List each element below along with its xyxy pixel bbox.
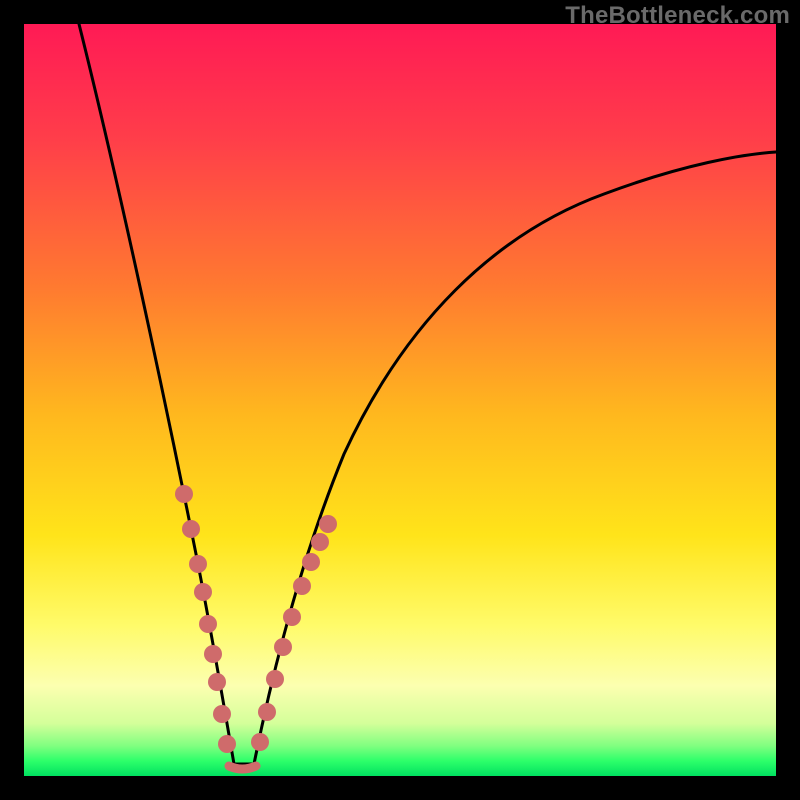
marker-cluster-right: [251, 515, 337, 751]
watermark-text: TheBottleneck.com: [565, 2, 790, 30]
plot-area: [24, 24, 776, 776]
curve-trough: [229, 766, 256, 769]
chart-frame: TheBottleneck.com: [0, 0, 800, 800]
marker-cluster-left: [175, 485, 236, 753]
curve-path: [79, 24, 776, 764]
bottleneck-curve: [24, 24, 776, 776]
